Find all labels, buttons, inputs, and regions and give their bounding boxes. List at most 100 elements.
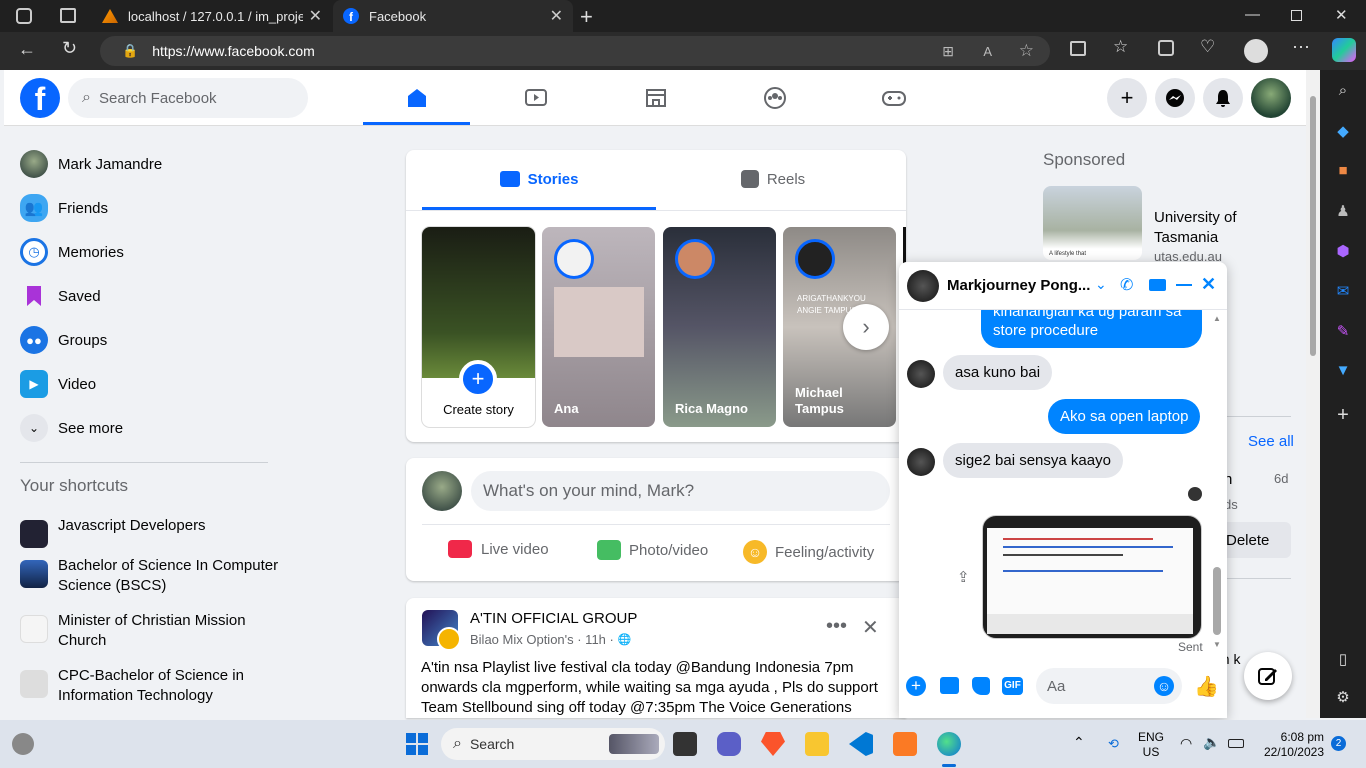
clock[interactable]: 6:08 pm 22/10/2023 [1258,730,1324,760]
sidebar-item-friends[interactable]: 👥 Friends [20,190,108,226]
weather-widget-icon[interactable] [12,733,34,755]
see-all-link[interactable]: See all [1248,433,1294,450]
page-scrollbar[interactable] [1306,70,1320,718]
more-menu-icon[interactable]: ⋯ [1292,37,1310,58]
workspaces-icon[interactable] [16,8,32,24]
add-favorite-icon[interactable]: ☆ [1019,41,1034,61]
add-sidebar-app-icon[interactable]: + [1333,404,1353,426]
new-tab-icon[interactable]: + [580,4,593,30]
delete-request-button[interactable]: Delete [1222,522,1291,558]
feeling-activity-button[interactable]: ☺ Feeling/activity [743,540,874,564]
shortcut-christian-mission[interactable]: Minister of Christian Mission Church [20,611,280,651]
games-icon[interactable]: ♟ [1333,202,1353,222]
group-member-avatar[interactable] [437,627,461,651]
gaming-nav-icon[interactable] [879,84,909,112]
notifications-button[interactable] [1203,78,1243,118]
new-message-button[interactable] [1244,652,1292,700]
marketplace-nav-icon[interactable] [641,84,671,112]
create-story-card[interactable]: + Create story [422,227,535,427]
chat-avatar[interactable] [907,270,939,302]
sidebar-profile[interactable]: Mark Jamandre [20,146,162,182]
office-icon[interactable]: ⬢ [1333,242,1353,262]
chat-gif-icon[interactable]: GIF [1002,677,1023,695]
close-window-icon[interactable]: ✕ [1335,6,1348,24]
language-indicator[interactable]: ENG US [1138,730,1164,760]
account-avatar[interactable] [1251,78,1291,118]
start-button[interactable] [406,733,428,755]
app-available-icon[interactable]: ⊞ [942,43,954,60]
ad-name[interactable]: University of Tasmania [1154,208,1264,248]
search-facebook-input[interactable]: ⌕ Search Facebook [68,78,308,118]
collections-icon[interactable] [1158,40,1174,56]
copilot-icon[interactable] [1332,38,1356,62]
photo-video-button[interactable]: Photo/video [597,540,708,560]
refresh-icon[interactable]: ↻ [62,38,77,59]
reader-icon[interactable] [1070,41,1086,56]
tab-phpmyadmin[interactable]: localhost / 127.0.0.1 / im_project ✕ [92,0,332,32]
restore-window-icon[interactable] [1291,10,1302,21]
browser-essentials-icon[interactable]: ♡ [1200,37,1215,57]
shortcut-cpc-bsit[interactable]: CPC-Bachelor of Science in Information T… [20,666,280,706]
edge-icon[interactable] [937,732,961,756]
share-icon[interactable]: ⇪ [957,568,970,586]
outlook-icon[interactable]: ✉ [1333,282,1353,302]
post-close-icon[interactable]: ✕ [862,615,879,640]
story-card[interactable]: Rica Magno [663,227,776,427]
chat-scrollbar[interactable]: ▲ ▼ [1213,314,1221,650]
wifi-icon[interactable]: ◠ [1180,735,1192,752]
file-explorer-icon[interactable] [805,732,829,756]
tab-stories[interactable]: Stories [422,150,656,208]
emoji-icon[interactable]: ☺ [1154,676,1174,696]
task-view-icon[interactable] [673,732,697,756]
phone-icon[interactable]: ✆ [1120,275,1133,295]
taskbar-search[interactable]: ⌕ Search [441,728,665,760]
watch-nav-icon[interactable] [521,84,551,112]
show-hidden-icons[interactable]: ⌃ [1073,734,1085,751]
search-icon[interactable]: ⌕ [1333,82,1353,102]
chat-photo-icon[interactable] [940,677,959,694]
chat-add-icon[interactable]: + [906,676,926,696]
post-more-icon[interactable]: ••• [826,615,847,638]
volume-icon[interactable]: 🔈 [1203,734,1220,751]
back-icon[interactable]: ← [18,39,36,60]
sidebar-see-more[interactable]: ⌄ See more [20,410,123,446]
notification-badge[interactable]: 2 [1331,736,1346,751]
tab-facebook[interactable]: f Facebook ✕ [333,0,573,32]
home-nav-icon[interactable] [402,84,432,112]
sent-screenshot-image[interactable] [982,515,1202,639]
drop-icon[interactable]: ▼ [1333,362,1353,382]
facebook-logo[interactable]: f [20,78,60,118]
whats-on-your-mind-input[interactable]: What's on your mind, Mark? [471,471,890,511]
post-group-name[interactable]: A'TIN OFFICIAL GROUP [470,610,637,627]
story-card[interactable]: Ana [542,227,655,427]
sync-icon[interactable]: ⟲ [1108,736,1119,752]
live-video-button[interactable]: Live video [448,540,549,558]
tab-reels[interactable]: Reels [656,150,890,208]
messenger-button[interactable] [1155,78,1195,118]
groups-nav-icon[interactable] [760,84,790,112]
designer-icon[interactable]: ✎ [1333,322,1353,342]
sidebar-item-saved[interactable]: Saved [20,278,101,314]
profile-icon[interactable] [1244,39,1268,63]
chat-contact-name[interactable]: Markjourney Pong... [947,277,1090,294]
read-aloud-icon[interactable]: A [983,44,992,59]
shopping-icon[interactable]: ◆ [1333,122,1353,142]
sidebar-layout-icon[interactable]: ▯ [1333,650,1353,670]
sidebar-item-memories[interactable]: ◷ Memories [20,234,124,270]
battery-icon[interactable] [1228,739,1244,748]
teams-icon[interactable] [717,732,741,756]
sidebar-item-groups[interactable]: ●● Groups [20,322,107,358]
stories-next-button[interactable]: › [843,304,889,350]
minimize-chat-icon[interactable] [1176,284,1192,286]
xampp-icon[interactable] [893,732,917,756]
address-field[interactable]: 🔒 https://www.facebook.com ⊞ A ☆ [100,36,1050,66]
minimize-window-icon[interactable]: — [1245,6,1260,23]
settings-icon[interactable]: ⚙ [1333,688,1353,708]
chevron-down-icon[interactable]: ⌄ [1095,276,1107,293]
shortcut-javascript-developers[interactable]: Javascript Developers [20,516,280,548]
thumbs-up-icon[interactable]: 👍 [1194,674,1219,699]
close-chat-icon[interactable]: ✕ [1201,274,1216,295]
chat-sticker-icon[interactable] [972,677,990,695]
sidebar-item-video[interactable]: ▶ Video [20,366,96,402]
shortcut-bscs[interactable]: Bachelor of Science In Computer Science … [20,556,280,596]
